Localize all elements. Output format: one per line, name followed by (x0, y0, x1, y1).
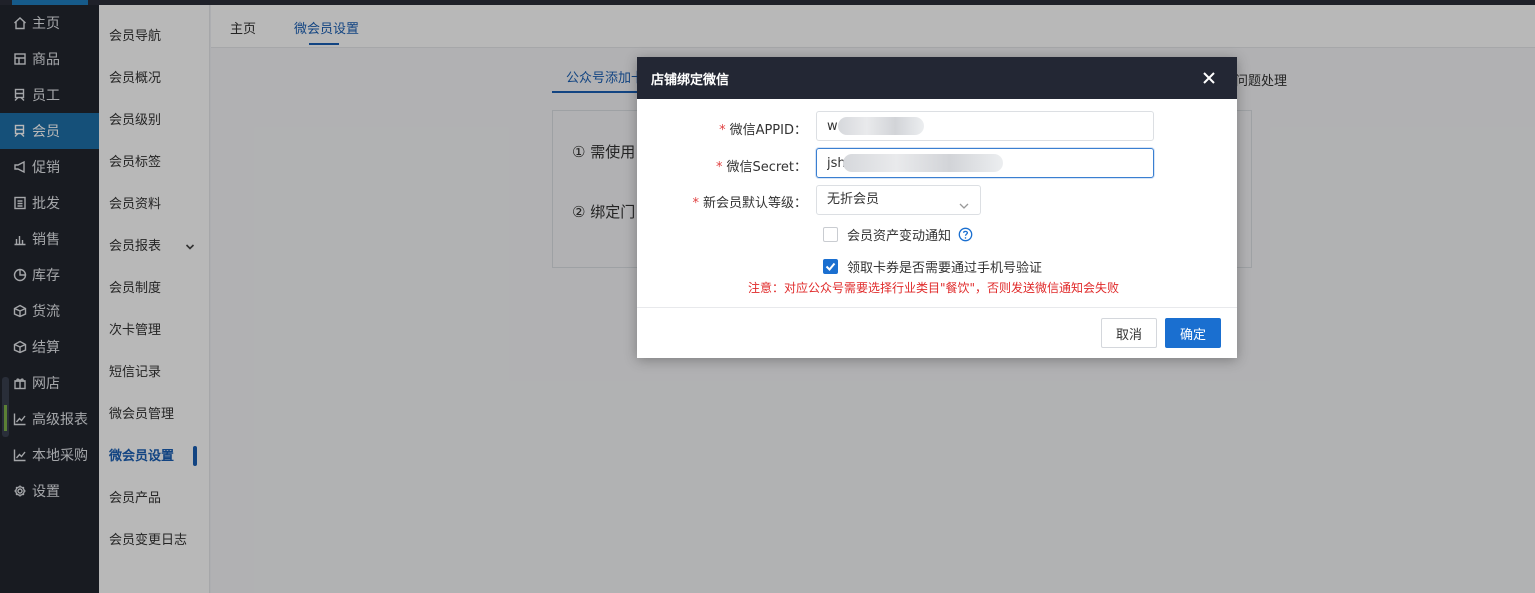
phone-verify-checkbox[interactable] (823, 259, 838, 274)
cancel-button[interactable]: 取消 (1101, 318, 1157, 348)
redacted-blur (838, 117, 924, 135)
redacted-blur (843, 154, 1003, 172)
asset-notify-checkbox[interactable] (823, 227, 838, 242)
confirm-button[interactable]: 确定 (1165, 318, 1221, 348)
checkmark-icon (825, 262, 836, 271)
default-level-label: * 新会员默认等级： (692, 192, 807, 211)
default-level-select[interactable]: 无折会员 (816, 185, 981, 215)
bind-wechat-dialog: 店铺绑定微信 *微信APPID： *微信Secret： *新会员默认等级： 无折… (637, 57, 1237, 358)
appid-label: * 微信APPID： (719, 119, 807, 138)
dialog-divider (637, 307, 1237, 308)
help-icon[interactable] (958, 227, 973, 242)
dialog-title: 店铺绑定微信 (651, 73, 730, 88)
default-level-label-text: 新会员默认等级： (702, 196, 807, 211)
dialog-header: 店铺绑定微信 (637, 57, 1237, 99)
secret-label: * 微信Secret： (716, 156, 807, 175)
asset-notify-label: 会员资产变动通知 (847, 229, 952, 244)
required-mark: * (715, 160, 723, 175)
chevron-down-icon (958, 195, 970, 209)
warning-notice: 注意：对应公众号需要选择行业类目"餐饮"，否则发送微信通知会失败 (748, 281, 1120, 295)
required-mark: * (719, 123, 726, 138)
asset-notify-option: 会员资产变动通知 (823, 225, 973, 244)
required-mark: * (692, 196, 699, 211)
phone-verify-option: 领取卡券是否需要通过手机号验证 (823, 257, 1042, 276)
close-icon[interactable] (1199, 68, 1219, 88)
appid-label-text: 微信APPID： (729, 123, 807, 138)
default-level-value: 无折会员 (827, 192, 880, 207)
secret-label-text: 微信Secret： (726, 160, 807, 175)
phone-verify-label: 领取卡券是否需要通过手机号验证 (847, 261, 1043, 276)
